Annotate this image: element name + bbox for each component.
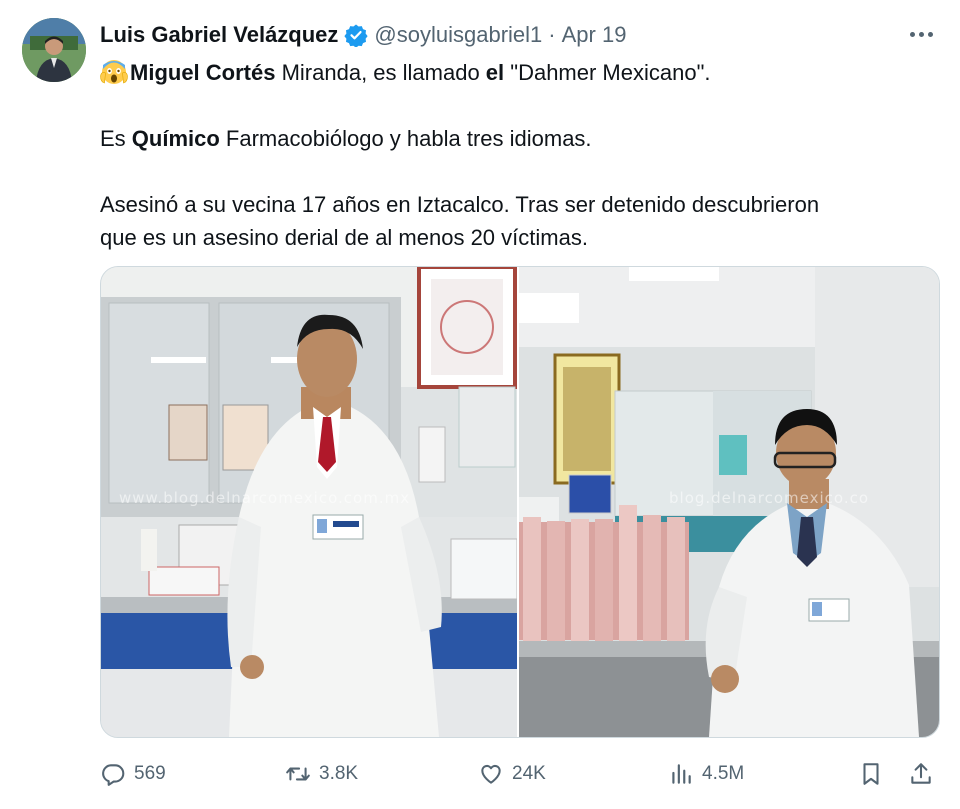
tweet-line-1: Miguel Cortés Miranda, es llamado el "Da… bbox=[100, 56, 930, 89]
photo-left[interactable]: www.blog.delnarcomexico.com.mx bbox=[101, 267, 519, 737]
share-icon bbox=[911, 763, 931, 784]
bookmark-button[interactable] bbox=[858, 754, 884, 794]
text-fragment: Miranda, es llamado bbox=[275, 60, 486, 85]
avatar-image bbox=[22, 18, 86, 82]
tweet-action-bar: 569 3.8K 24K 4.5M bbox=[100, 754, 940, 794]
like-button[interactable]: 24K bbox=[478, 754, 546, 794]
tweet-line-4: que es un asesino derial de al menos 20 … bbox=[100, 225, 588, 250]
watermark-right: blog.delnarcomexico.co bbox=[669, 489, 870, 507]
view-count: 4.5M bbox=[702, 763, 745, 784]
author-avatar[interactable] bbox=[22, 18, 86, 82]
reply-count: 569 bbox=[134, 763, 166, 784]
more-dots-icon[interactable] bbox=[904, 22, 938, 46]
tweet-date[interactable]: Apr 19 bbox=[562, 22, 627, 48]
photo-right[interactable]: blog.delnarcomexico.co bbox=[519, 267, 939, 737]
scream-emoji-icon bbox=[100, 59, 128, 85]
tweet-text: Miguel Cortés Miranda, es llamado el "Da… bbox=[100, 56, 930, 254]
bold-fragment: Químico bbox=[131, 126, 220, 151]
tweet-line-2: Es Químico Farmacobiólogo y habla tres i… bbox=[100, 122, 930, 155]
share-button[interactable] bbox=[908, 754, 934, 794]
text-fragment: Es bbox=[100, 126, 132, 151]
watermark-left: www.blog.delnarcomexico.com.mx bbox=[119, 489, 411, 507]
views-chart-icon bbox=[672, 764, 691, 784]
reply-icon bbox=[102, 764, 125, 786]
bookmark-icon bbox=[863, 763, 879, 785]
reply-button[interactable]: 569 bbox=[100, 754, 166, 794]
text-fragment: Farmacobiólogo y habla tres idiomas. bbox=[219, 126, 592, 151]
retweet-count: 3.8K bbox=[319, 763, 359, 784]
text-fragment: "Dahmer Mexicano". bbox=[504, 60, 711, 85]
heart-icon bbox=[481, 764, 501, 784]
retweet-icon bbox=[286, 767, 310, 781]
tweet-media: www.blog.delnarcomexico.com.mx blog.deln… bbox=[100, 266, 940, 738]
header-separator: · bbox=[548, 22, 556, 47]
tweet-header: Luis Gabriel Velázquez @soyluisgabriel1 … bbox=[100, 20, 626, 50]
bold-fragment: el bbox=[485, 60, 505, 85]
author-handle[interactable]: @soyluisgabriel1 bbox=[374, 22, 542, 48]
verified-badge-icon bbox=[344, 23, 369, 48]
retweet-button[interactable]: 3.8K bbox=[285, 754, 358, 794]
tweet-line-3: Asesinó a su vecina 17 años en Iztacalco… bbox=[100, 192, 820, 217]
bold-name: Miguel Cortés bbox=[130, 60, 276, 85]
like-count: 24K bbox=[512, 763, 546, 784]
author-name[interactable]: Luis Gabriel Velázquez bbox=[100, 22, 338, 48]
views-button[interactable]: 4.5M bbox=[668, 754, 744, 794]
